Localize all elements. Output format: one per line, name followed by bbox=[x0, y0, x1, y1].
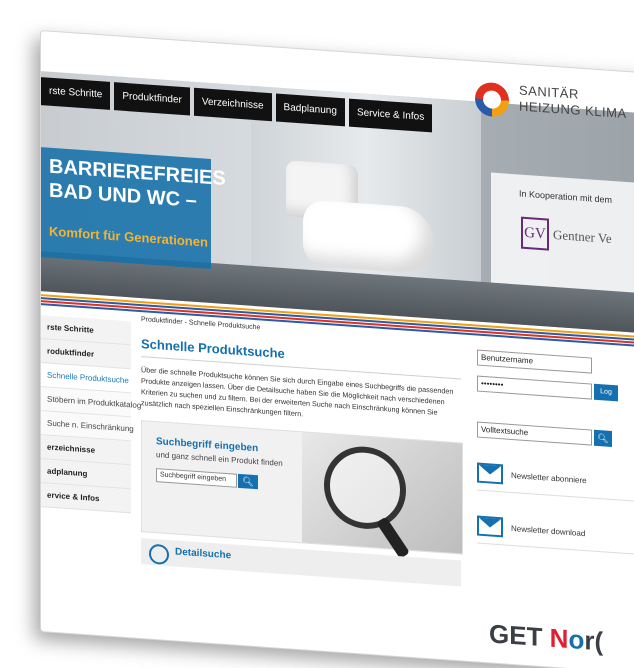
gentner-name: Gentner Ve bbox=[553, 226, 612, 246]
get-n: N bbox=[549, 622, 569, 654]
screenshot-stage: rste Schritte Produktfinder Verzeichniss… bbox=[0, 0, 634, 668]
nav-tab-service[interactable]: Service & Infos bbox=[348, 98, 433, 133]
sidebar: rste Schritte roduktfinder Schnelle Prod… bbox=[41, 315, 141, 514]
right-column: Benutzername •••••••• Log Volltextsuche … bbox=[477, 349, 634, 557]
search-icon: 🔍︎ bbox=[242, 476, 254, 487]
envelope-icon bbox=[477, 462, 503, 485]
envelope-download-icon bbox=[477, 515, 503, 538]
hero-banner: BARRIEREFREIES BAD UND WC – Komfort für … bbox=[41, 147, 226, 269]
detail-search-label: Detailsuche bbox=[175, 546, 232, 562]
fulltext-search-button[interactable]: 🔍︎ bbox=[594, 429, 612, 447]
intro-text: Über die schnelle Produktsuche können Si… bbox=[141, 365, 454, 419]
get-o: o bbox=[568, 623, 585, 656]
sidebar-item-service[interactable]: ervice & Infos bbox=[41, 483, 131, 514]
quick-search-panel: Suchbegriff eingeben und ganz schnell ei… bbox=[141, 420, 463, 559]
get-rest: r( bbox=[584, 625, 604, 657]
nav-tab-erste-schritte[interactable]: rste Schritte bbox=[41, 77, 111, 110]
gv-logo-icon: GV bbox=[521, 216, 549, 251]
login-button[interactable]: Log bbox=[594, 383, 618, 402]
logo-line2: HEIZUNG KLIMA bbox=[519, 98, 627, 122]
newsletter-subscribe[interactable]: Newsletter abonniere bbox=[477, 455, 634, 504]
search-input[interactable]: Suchbegriff eingeben bbox=[156, 468, 237, 488]
nav-tab-produktfinder[interactable]: Produktfinder bbox=[114, 82, 190, 116]
newsletter-download-label: Newsletter download bbox=[511, 523, 586, 538]
search-button[interactable]: 🔍︎ bbox=[238, 473, 258, 490]
toilet-bowl bbox=[303, 199, 433, 275]
get-text: GET bbox=[489, 618, 550, 653]
cooperation-box: In Kooperation mit dem GV Gentner Ve bbox=[491, 172, 634, 295]
password-field[interactable]: •••••••• bbox=[477, 375, 592, 400]
nav-tab-verzeichnisse[interactable]: Verzeichnisse bbox=[193, 87, 272, 122]
newsletter-subscribe-label: Newsletter abonniere bbox=[511, 470, 587, 485]
web-page: rste Schritte Produktfinder Verzeichniss… bbox=[40, 30, 634, 668]
banner-subline: Komfort für Generationen bbox=[49, 223, 208, 250]
nav-tab-badplanung[interactable]: Badplanung bbox=[275, 93, 345, 127]
newsletter-download[interactable]: Newsletter download bbox=[477, 508, 634, 557]
search-icon: 🔍︎ bbox=[597, 432, 609, 444]
search-subheading: und ganz schnell ein Produkt finden bbox=[156, 450, 283, 468]
detail-search-icon bbox=[149, 543, 169, 566]
get-nord-logo[interactable]: GET Nor( bbox=[489, 618, 603, 657]
username-field[interactable]: Benutzername bbox=[477, 349, 592, 374]
logo-ring-icon bbox=[475, 81, 509, 118]
fulltext-search-input[interactable]: Volltextsuche bbox=[477, 421, 592, 446]
cooperation-text: In Kooperation mit dem bbox=[519, 188, 613, 206]
